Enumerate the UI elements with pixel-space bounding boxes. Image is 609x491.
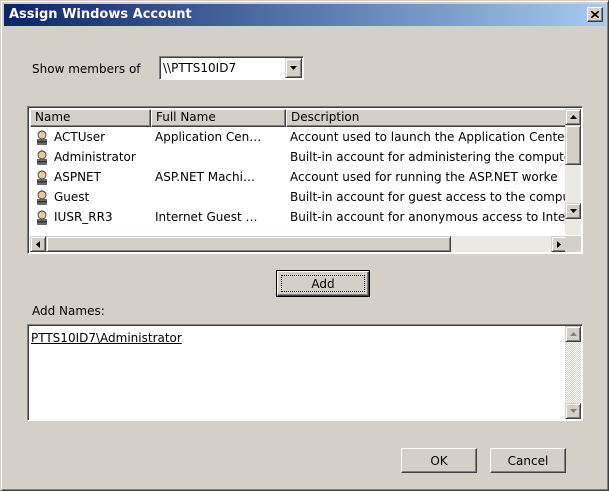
combo-dropdown-button[interactable]	[285, 58, 302, 78]
account-description: Account used to launch the Application C…	[290, 130, 565, 144]
account-description: Built-in account for guest access to the…	[290, 190, 567, 204]
scroll-left-button[interactable]	[30, 236, 46, 252]
user-icon	[37, 130, 47, 145]
close-icon	[591, 11, 599, 18]
chevron-down-icon	[290, 66, 297, 70]
accounts-horizontal-scrollbar[interactable]	[30, 236, 567, 252]
column-header-description[interactable]: Description	[286, 109, 567, 127]
user-icon	[37, 170, 47, 185]
assign-windows-account-dialog: Assign Windows Account Show members of \…	[0, 0, 609, 491]
cell-name: ASPNET	[30, 169, 151, 185]
cell-name: ACTUser	[30, 129, 151, 145]
arrow-left-icon	[36, 240, 40, 248]
show-members-value: \\PTTS10ID7	[163, 61, 237, 75]
close-button[interactable]	[587, 7, 603, 22]
arrow-down-icon	[569, 409, 577, 413]
cell-name: Administrator	[30, 149, 151, 165]
account-name: Guest	[54, 190, 90, 204]
show-members-label: Show members of	[32, 62, 141, 76]
account-name: ACTUser	[54, 130, 106, 144]
arrow-up-icon	[569, 115, 577, 119]
arrow-up-icon	[569, 332, 577, 336]
account-name: Administrator	[54, 150, 136, 164]
cancel-button-label: Cancel	[507, 453, 549, 468]
list-rows: ACTUser Application Cen… Account used to l…	[30, 127, 567, 227]
account-description: Account used for running the ASP.NET wor…	[290, 170, 558, 184]
accounts-vertical-scrollbar[interactable]	[565, 109, 581, 235]
cell-name: IUSR_RR3	[30, 209, 151, 225]
scroll-down-button	[565, 403, 581, 419]
add-names-value[interactable]: PTTS10ID7\Administrator	[31, 331, 182, 345]
focus-rect	[281, 275, 365, 292]
scroll-up-button	[565, 326, 581, 342]
scroll-down-button[interactable]	[565, 203, 581, 219]
account-full-name: ASP.NET Machi…	[155, 170, 255, 184]
table-row[interactable]: ASPNET ASP.NET Machi… Account used for run…	[30, 167, 567, 187]
user-icon	[37, 210, 47, 225]
horizontal-scroll-thumb[interactable]	[46, 236, 451, 252]
table-row[interactable]: Administrator Built-in account for admini…	[30, 147, 567, 167]
arrow-down-icon	[569, 209, 577, 213]
scrollbar-corner	[565, 236, 581, 252]
table-row[interactable]: Guest Built-in account for guest access t…	[30, 187, 567, 207]
add-names-field[interactable]: PTTS10ID7\Administrator	[27, 324, 583, 421]
cancel-button[interactable]: Cancel	[490, 448, 566, 473]
account-description: Built-in account for administering the c…	[290, 150, 567, 164]
account-name: ASPNET	[54, 170, 101, 184]
add-names-label: Add Names:	[32, 304, 105, 318]
account-full-name: Internet Guest …	[155, 210, 258, 224]
account-description: Built-in account for anonymous access to…	[290, 210, 566, 224]
window-title: Assign Windows Account	[9, 7, 192, 22]
list-header: Name Full Name Description	[30, 109, 567, 127]
column-header-full-name[interactable]: Full Name	[151, 109, 286, 127]
ok-button-label: OK	[430, 453, 448, 468]
table-row[interactable]: IUSR_RR3 Internet Guest … Built-in account…	[30, 207, 567, 227]
title-bar[interactable]: Assign Windows Account	[4, 4, 606, 26]
table-row[interactable]: ACTUser Application Cen… Account used to l…	[30, 127, 567, 147]
accounts-list[interactable]: Name Full Name Description ACTUser Applic…	[27, 106, 583, 254]
column-header-name[interactable]: Name	[30, 109, 151, 127]
user-icon	[37, 190, 47, 205]
ok-button[interactable]: OK	[401, 448, 477, 473]
add-button[interactable]: Add	[276, 270, 370, 297]
scroll-thumb[interactable]	[565, 125, 581, 165]
scroll-up-button[interactable]	[565, 109, 581, 125]
show-members-combobox[interactable]: \\PTTS10ID7	[159, 56, 304, 80]
arrow-right-icon	[557, 240, 561, 248]
add-names-scrollbar	[565, 326, 581, 419]
cell-name: Guest	[30, 189, 151, 205]
user-icon	[37, 150, 47, 165]
account-name: IUSR_RR3	[54, 210, 113, 224]
account-full-name: Application Cen…	[155, 130, 262, 144]
